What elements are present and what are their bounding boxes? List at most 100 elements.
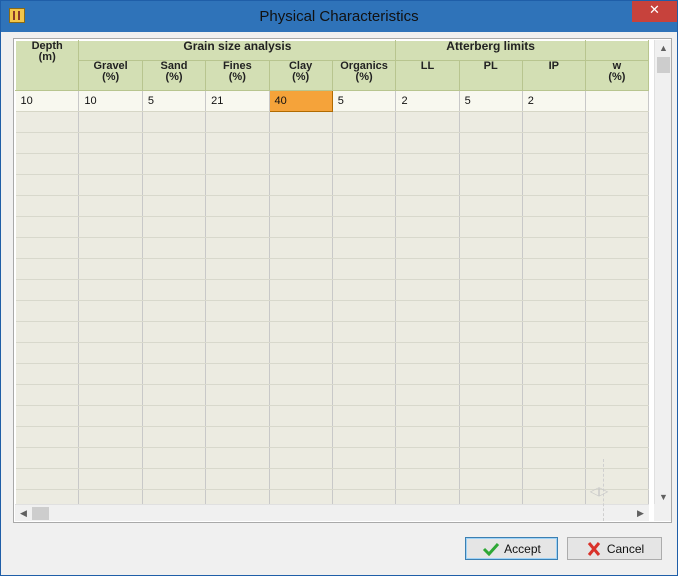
vertical-scrollbar[interactable]: ▲ ▼ — [654, 40, 671, 506]
grid-cell[interactable] — [459, 153, 523, 175]
grid-cell[interactable] — [269, 111, 333, 133]
grid-cell[interactable] — [585, 258, 649, 280]
grid-cell[interactable] — [332, 468, 397, 490]
grid-cell[interactable] — [142, 447, 207, 469]
horizontal-scroll-thumb[interactable] — [32, 507, 49, 520]
column-header-ip[interactable]: IP — [521, 60, 586, 91]
grid-cell[interactable] — [78, 216, 143, 238]
grid-cell[interactable] — [78, 363, 143, 385]
grid-cell[interactable] — [142, 174, 207, 196]
grid-cell[interactable] — [205, 174, 270, 196]
grid-cell[interactable] — [78, 321, 143, 343]
scroll-up-icon[interactable]: ▲ — [655, 40, 672, 57]
grid-cell[interactable] — [269, 258, 333, 280]
grid-cell[interactable] — [205, 216, 270, 238]
grid-cell[interactable] — [142, 342, 207, 364]
grid-cell[interactable] — [269, 363, 333, 385]
grid-cell[interactable] — [15, 216, 80, 238]
grid-cell[interactable] — [142, 300, 207, 322]
grid-cell[interactable] — [332, 363, 397, 385]
grid-cell[interactable] — [522, 342, 586, 364]
column-header-ll[interactable]: LL — [395, 60, 460, 91]
grid-cell[interactable] — [522, 426, 586, 448]
grid-cell[interactable] — [332, 426, 397, 448]
grid-cell[interactable] — [522, 468, 586, 490]
grid-cell[interactable] — [459, 279, 523, 301]
grid-cell[interactable] — [332, 405, 397, 427]
grid-cell[interactable] — [585, 132, 649, 154]
close-button[interactable]: ✕ — [632, 1, 677, 22]
grid-cell[interactable] — [522, 447, 586, 469]
vertical-scroll-thumb[interactable] — [657, 57, 670, 73]
grid-cell[interactable] — [332, 174, 397, 196]
grid-cell[interactable] — [459, 384, 523, 406]
grid-cell[interactable] — [15, 363, 80, 385]
grid-cell[interactable] — [205, 279, 270, 301]
grid-cell[interactable] — [15, 468, 80, 490]
grid-cell[interactable] — [395, 132, 460, 154]
grid-cell[interactable] — [332, 321, 397, 343]
grid-cell[interactable] — [205, 426, 270, 448]
grid-cell[interactable]: 5 — [459, 90, 523, 112]
splitter-handle-icon[interactable]: ◁▷ — [586, 483, 612, 499]
grid-cell[interactable] — [15, 237, 80, 259]
grid-cell[interactable] — [15, 384, 80, 406]
grid-cell[interactable] — [142, 363, 207, 385]
grid-cell[interactable] — [395, 195, 460, 217]
grid-cell[interactable] — [522, 132, 586, 154]
grid-cell[interactable] — [395, 384, 460, 406]
accept-button[interactable]: Accept — [465, 537, 558, 560]
grid-cell[interactable] — [269, 132, 333, 154]
grid-cell[interactable] — [459, 426, 523, 448]
grid-cell[interactable] — [459, 216, 523, 238]
grid-cell[interactable] — [395, 321, 460, 343]
grid-cell[interactable] — [142, 132, 207, 154]
grid-cell[interactable]: 21 — [205, 90, 270, 112]
grid-cell[interactable] — [522, 111, 586, 133]
grid-cell[interactable] — [15, 342, 80, 364]
grid-cell[interactable] — [15, 300, 80, 322]
column-header-pl[interactable]: PL — [458, 60, 523, 91]
grid-cell[interactable] — [78, 426, 143, 448]
grid-cell[interactable] — [78, 342, 143, 364]
column-header-w[interactable]: w (%) — [584, 60, 649, 91]
grid-cell[interactable] — [78, 468, 143, 490]
grid-cell[interactable] — [78, 279, 143, 301]
grid-cell[interactable] — [205, 468, 270, 490]
grid-cell[interactable] — [585, 321, 649, 343]
grid-cell[interactable]: 5 — [332, 90, 397, 112]
grid-cell[interactable] — [142, 216, 207, 238]
grid-cell[interactable] — [142, 237, 207, 259]
grid-cell[interactable] — [269, 195, 333, 217]
grid-cell[interactable] — [459, 405, 523, 427]
grid-cell[interactable] — [142, 321, 207, 343]
scroll-right-icon[interactable]: ▶ — [632, 505, 649, 522]
grid-cell[interactable] — [269, 468, 333, 490]
grid-cell[interactable] — [205, 342, 270, 364]
grid-cell[interactable] — [205, 363, 270, 385]
grid-cell[interactable] — [15, 279, 80, 301]
grid-cell[interactable] — [332, 153, 397, 175]
grid-cell[interactable] — [332, 342, 397, 364]
grid-cell[interactable]: 2 — [395, 90, 460, 112]
grid-cell[interactable] — [395, 153, 460, 175]
grid-cell[interactable] — [585, 195, 649, 217]
grid-cell[interactable] — [142, 468, 207, 490]
grid-cell[interactable] — [395, 174, 460, 196]
grid-cell[interactable] — [15, 447, 80, 469]
grid-cell[interactable] — [205, 321, 270, 343]
grid-cell[interactable] — [459, 342, 523, 364]
grid-cell[interactable] — [332, 237, 397, 259]
grid-cell[interactable] — [269, 174, 333, 196]
grid-cell[interactable] — [585, 216, 649, 238]
grid-cell[interactable] — [269, 153, 333, 175]
column-header-sand[interactable]: Sand (%) — [141, 60, 207, 91]
grid-cell[interactable] — [585, 363, 649, 385]
grid-cell[interactable] — [459, 363, 523, 385]
grid-cell[interactable] — [15, 153, 80, 175]
grid-cell[interactable] — [585, 174, 649, 196]
grid-cell[interactable] — [585, 279, 649, 301]
grid-cell[interactable] — [78, 300, 143, 322]
grid-cell[interactable] — [332, 279, 397, 301]
grid-cell[interactable] — [585, 384, 649, 406]
